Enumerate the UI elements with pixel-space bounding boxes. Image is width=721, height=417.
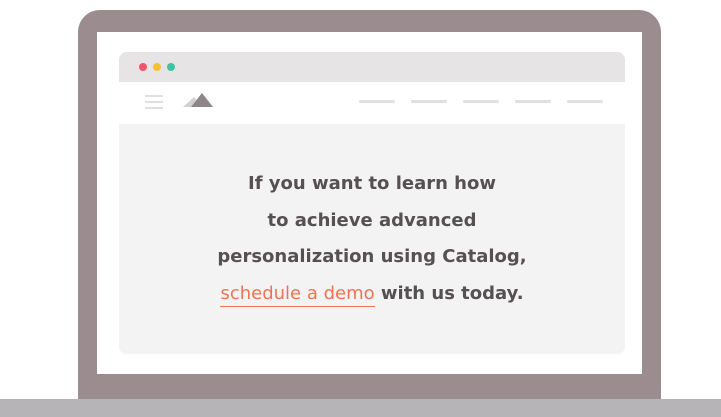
cta-message: If you want to learn how to achieve adva… <box>119 166 625 312</box>
nav-links <box>359 100 603 104</box>
laptop-base <box>0 399 721 417</box>
browser-titlebar <box>119 52 625 82</box>
close-window-dot-icon[interactable] <box>139 63 147 71</box>
page-content: If you want to learn how to achieve adva… <box>119 124 625 354</box>
schedule-demo-link[interactable]: schedule a demo <box>220 282 375 307</box>
browser-window: If you want to learn how to achieve adva… <box>119 52 625 354</box>
nav-link-placeholder[interactable] <box>567 100 603 103</box>
message-line-1: If you want to learn how <box>248 173 496 194</box>
nav-link-placeholder[interactable] <box>359 100 395 103</box>
message-line-4: schedule a demo with us today. <box>119 276 625 313</box>
mountain-logo-icon[interactable] <box>183 91 213 111</box>
message-line-3: personalization using Catalog, <box>217 246 527 267</box>
message-line-4-rest: with us today. <box>374 282 524 304</box>
minimize-window-dot-icon[interactable] <box>153 63 161 71</box>
message-line-2: to achieve advanced <box>267 209 477 231</box>
site-navbar <box>119 82 625 124</box>
maximize-window-dot-icon[interactable] <box>167 63 175 71</box>
nav-link-placeholder[interactable] <box>411 100 447 103</box>
laptop-illustration: If you want to learn how to achieve adva… <box>0 0 721 417</box>
nav-link-placeholder[interactable] <box>515 100 551 103</box>
hamburger-menu-icon[interactable] <box>145 95 163 109</box>
nav-link-placeholder[interactable] <box>463 100 499 103</box>
